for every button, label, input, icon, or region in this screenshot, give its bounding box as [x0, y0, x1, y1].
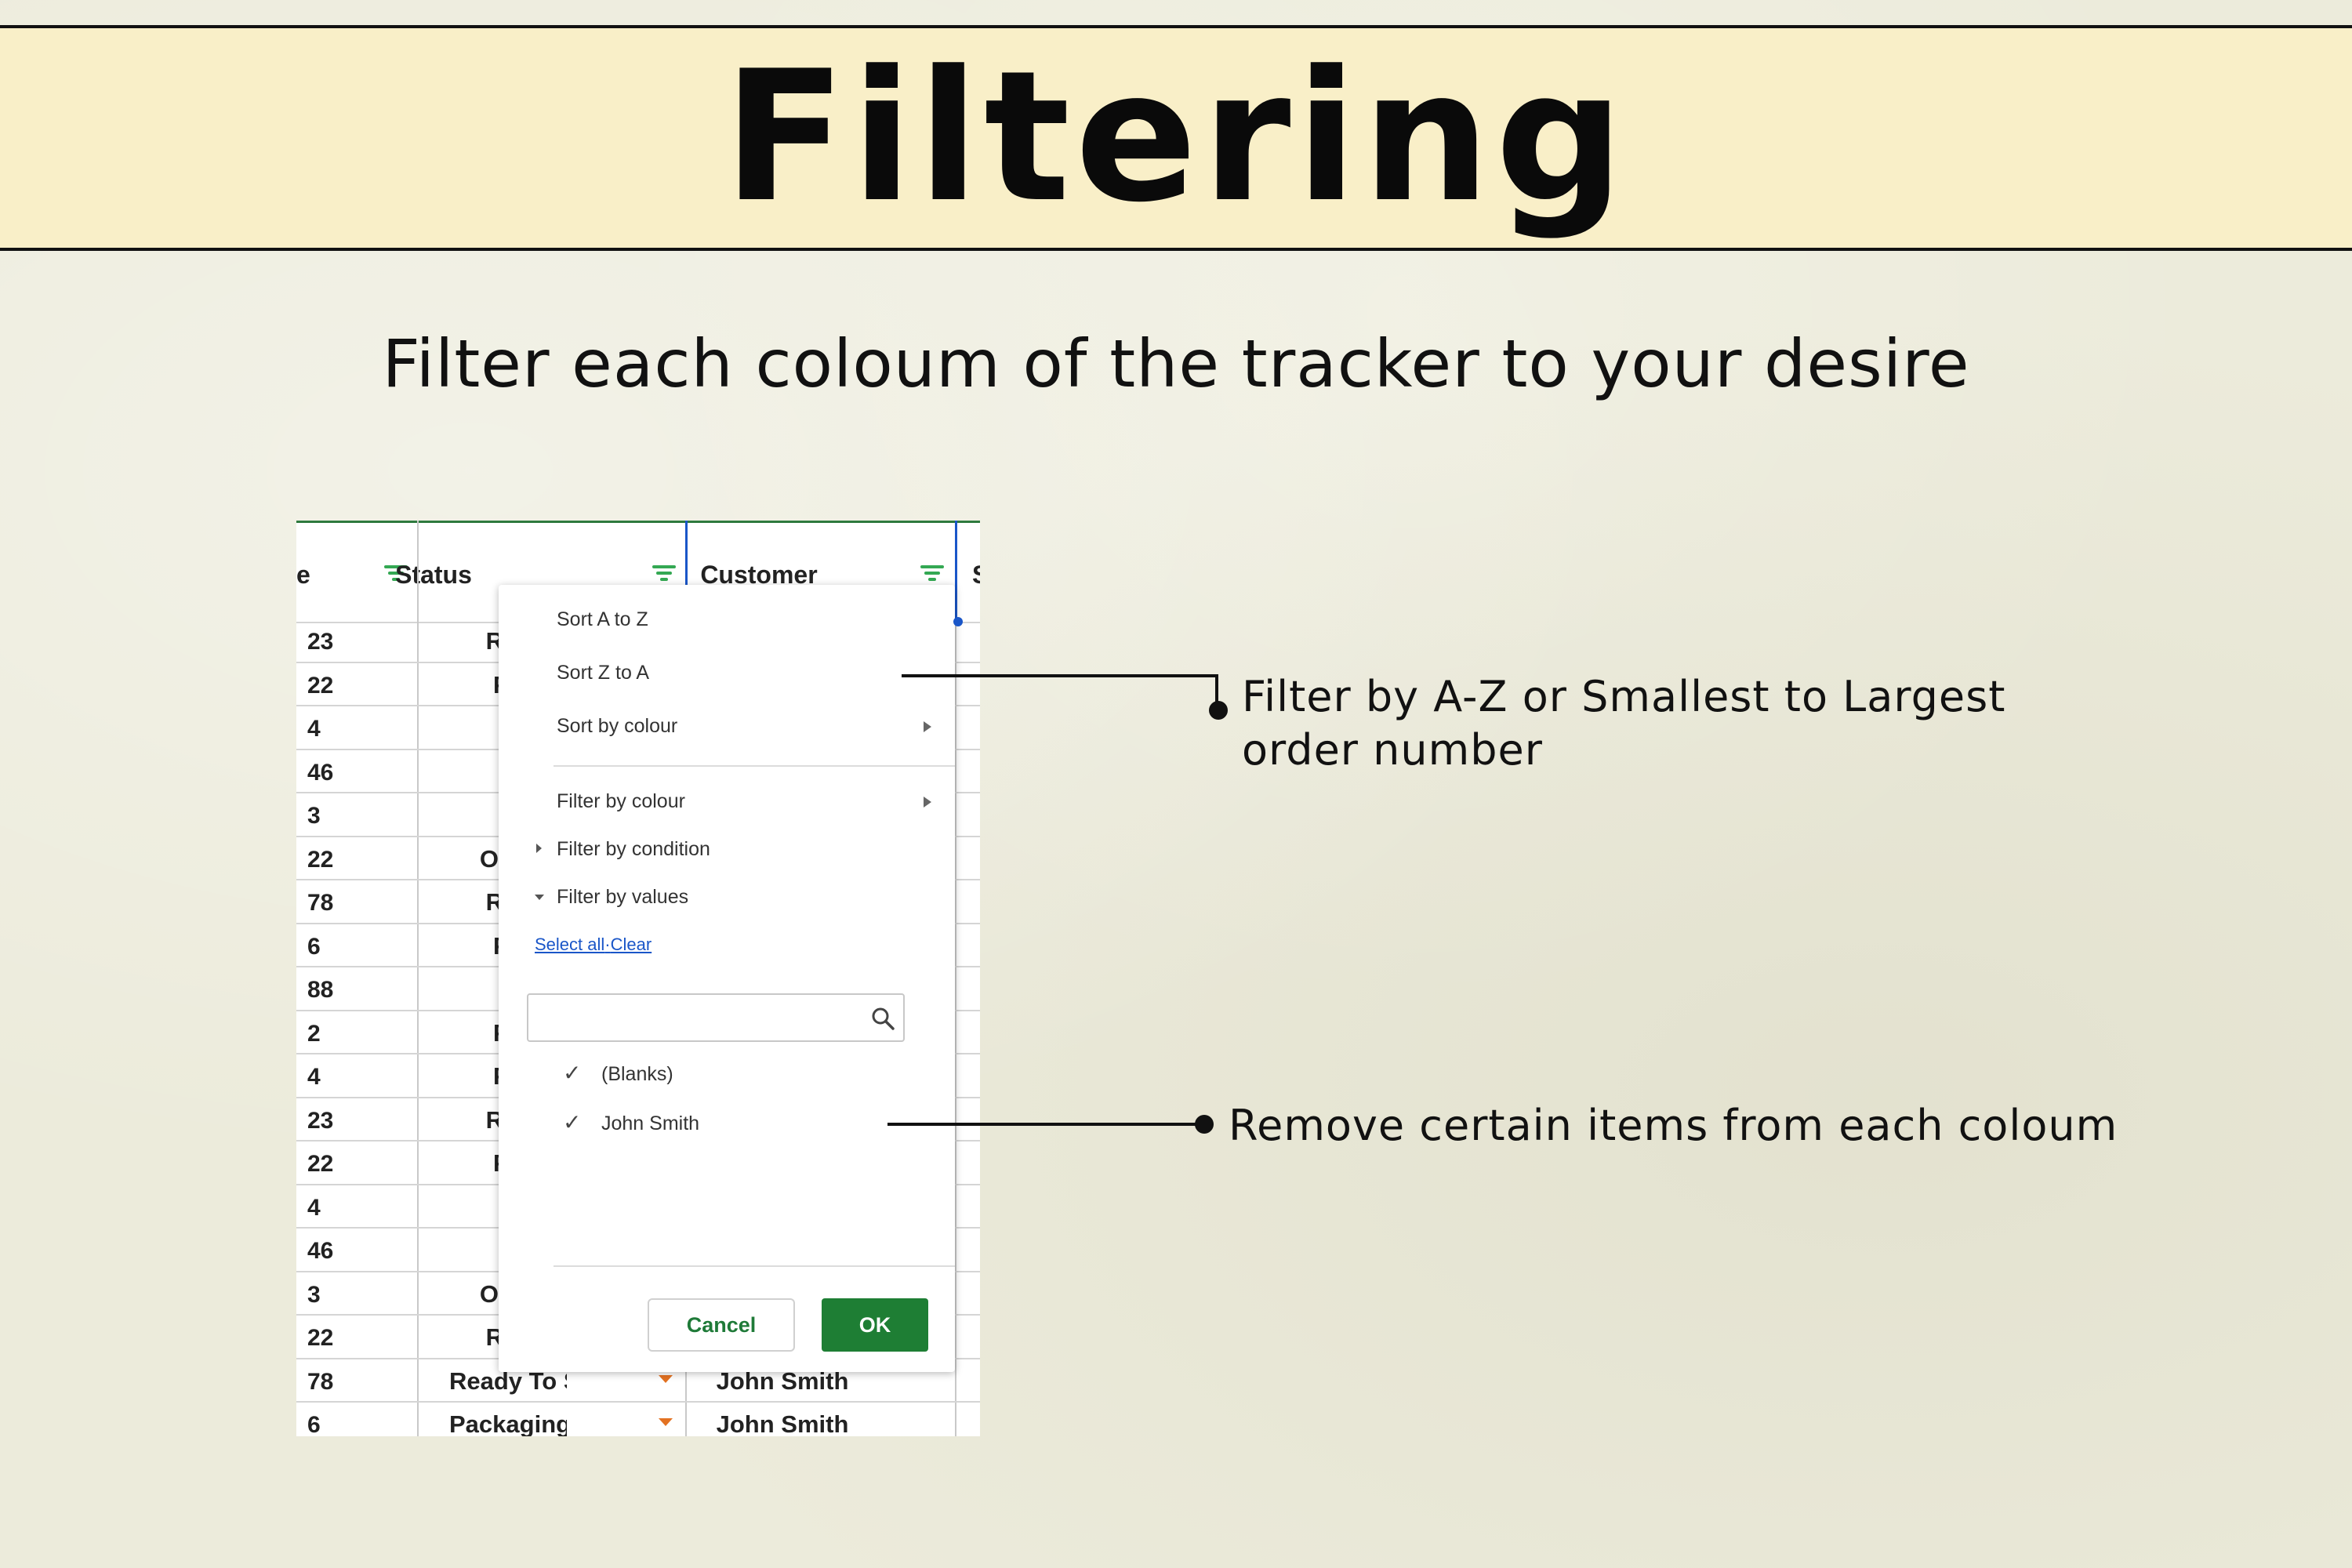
callout-sort-text: Filter by A-Z or Smallest to Largest ord… [1242, 672, 2006, 775]
selection-handle [953, 617, 963, 626]
callout-line-sort [902, 674, 1218, 710]
callout-lines [887, 617, 1228, 1134]
callout-dot-sort [1209, 701, 1228, 720]
callout-dot-values [1195, 1115, 1214, 1134]
callout-values-text: Remove certain items from each coloum [1229, 1101, 2118, 1150]
